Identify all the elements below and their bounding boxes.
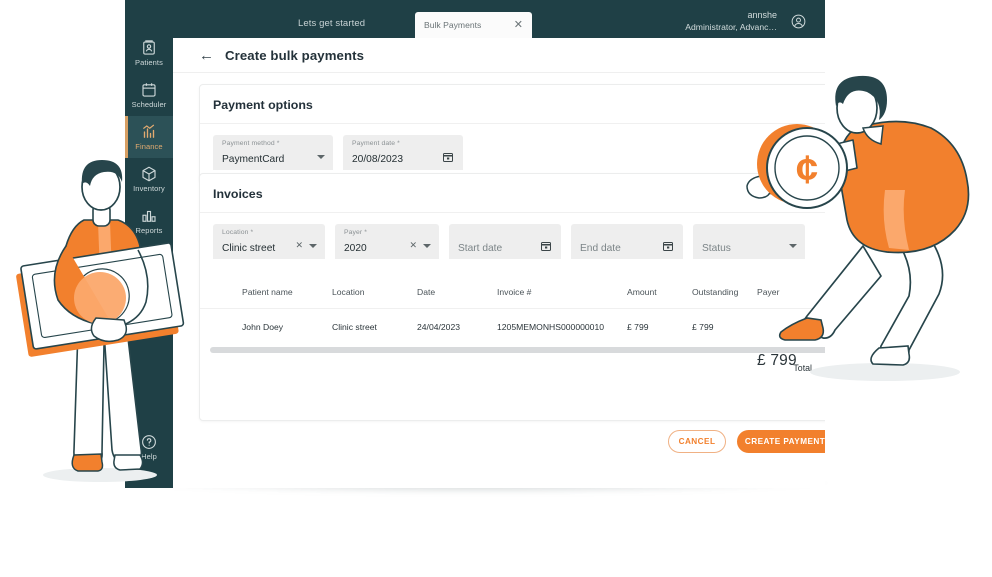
clear-icon[interactable]: ✕: [295, 241, 303, 250]
column-header-patient-name: Patient name: [242, 286, 293, 297]
cell-outstanding: £ 799: [692, 322, 714, 332]
payer-select[interactable]: Payer * 2020 ✕: [335, 224, 439, 259]
sidebar-item-label: Patients: [135, 58, 163, 68]
page-title: Create bulk payments: [225, 47, 365, 63]
clipboard-icon: [140, 249, 158, 267]
column-header-location: Location: [332, 286, 365, 297]
create-payments-button[interactable]: CREATE PAYMENTS: [737, 430, 825, 453]
cell-invoice-no: 1205MEMONHS000000010: [497, 322, 605, 332]
total-value: £ 799: [757, 352, 797, 369]
invoices-card: Invoices Location * Clinic street ✕ Paye…: [199, 173, 825, 421]
table-row[interactable]: John Doey Clinic street 24/04/2023 1205M…: [200, 309, 825, 345]
column-header-amount: Amount: [627, 286, 657, 297]
tab-label: Bulk Payments: [424, 20, 482, 30]
end-date-field[interactable]: End date: [571, 224, 683, 259]
start-date-field[interactable]: Start date: [449, 224, 561, 259]
app-window: Patients Scheduler Finance Inventory Rep…: [125, 0, 825, 488]
invoice-filters: Location * Clinic street ✕ Payer * 2020 …: [200, 213, 825, 271]
location-select[interactable]: Location * Clinic street ✕: [213, 224, 325, 259]
sidebar-item-inventory[interactable]: Inventory: [125, 158, 173, 200]
user-role: Administrator, Advanc…: [685, 21, 777, 32]
sidebar-item-label: Scheduler: [131, 100, 167, 110]
sidebar-item-patients[interactable]: Patients: [125, 32, 173, 74]
tab-lets-get-started[interactable]: Lets get started: [298, 18, 365, 29]
payment-date-field[interactable]: Payment date * 20/08/2023: [343, 135, 463, 170]
column-header-invoice-no: Invoice #: [497, 286, 532, 297]
close-icon[interactable]: ✕: [514, 19, 523, 31]
invoices-title: Invoices: [200, 174, 825, 213]
arrow-left-icon[interactable]: ←: [199, 48, 214, 63]
chevron-down-icon[interactable]: [423, 244, 431, 248]
cell-amount: £ 799: [627, 322, 649, 332]
chevron-down-icon[interactable]: [317, 155, 325, 159]
cancel-button[interactable]: CANCEL: [668, 430, 726, 453]
payment-options-card: Payment options Payment method * Payment…: [199, 84, 825, 183]
tab-bulk-payments[interactable]: Bulk Payments ✕: [415, 12, 532, 38]
patients-icon: [140, 39, 158, 57]
sidebar-item-scheduler[interactable]: Scheduler: [125, 74, 173, 116]
sidebar-item-label: Inventory: [133, 184, 165, 194]
sidebar-item-label: Finance: [135, 142, 163, 152]
column-header-outstanding: Outstanding: [692, 286, 739, 297]
tab-bar: Lets get started Bulk Payments ✕ annshe …: [173, 0, 825, 38]
user-info[interactable]: annshe Administrator, Advanc…: [685, 10, 777, 33]
sidebar-item-label: Help: [141, 452, 157, 462]
chevron-down-icon[interactable]: [309, 244, 317, 248]
start-date-placeholder: Start date: [458, 242, 503, 254]
cell-date: 24/04/2023: [417, 322, 461, 332]
payment-method-value: PaymentCard: [222, 153, 285, 165]
sidebar: Patients Scheduler Finance Inventory Rep…: [125, 0, 173, 488]
content-panel: ← Create bulk payments Payment options P…: [173, 38, 825, 488]
payment-date-label: Payment date *: [352, 140, 400, 147]
table-header-row: Patient name Location Date Invoice # Amo…: [200, 275, 825, 309]
payment-method-select[interactable]: Payment method * PaymentCard: [213, 135, 333, 170]
action-buttons: CANCEL CREATE PAYMENTS: [173, 430, 825, 453]
total-row: Total: [200, 353, 825, 383]
screenshot-root: Patients Scheduler Finance Inventory Rep…: [0, 0, 992, 577]
user-name: annshe: [747, 10, 777, 20]
sidebar-main-items: Patients Scheduler Finance Inventory Rep…: [125, 32, 173, 284]
sidebar-item-help[interactable]: Help: [125, 426, 173, 468]
column-header-payer: Payer: [757, 286, 780, 297]
clear-icon[interactable]: ✕: [409, 241, 417, 250]
cell-patient-name: John Doey: [242, 322, 284, 332]
location-value: Clinic street: [222, 242, 276, 254]
invoices-table: Patient name Location Date Invoice # Amo…: [200, 271, 825, 383]
finance-chart-icon: [140, 123, 158, 141]
status-select[interactable]: Status: [693, 224, 805, 259]
payer-label: Payer *: [344, 229, 367, 236]
calendar-icon[interactable]: [442, 150, 454, 162]
end-date-placeholder: End date: [580, 242, 621, 254]
sidebar-item-tasks[interactable]: Tasks: [125, 242, 173, 284]
cell-location: Clinic street: [332, 322, 377, 332]
payment-method-label: Payment method *: [222, 140, 280, 147]
bar-chart-icon: [140, 207, 158, 225]
user-circle-icon[interactable]: [790, 13, 807, 30]
column-header-date: Date: [417, 286, 436, 297]
status-placeholder: Status: [702, 242, 731, 254]
calendar-icon[interactable]: [662, 239, 674, 251]
payment-options-title: Payment options: [200, 85, 825, 124]
sidebar-item-label: Tasks: [139, 268, 159, 278]
page-header: ← Create bulk payments: [173, 38, 825, 73]
calendar-icon[interactable]: [540, 239, 552, 251]
chevron-down-icon[interactable]: [789, 244, 797, 248]
location-label: Location *: [222, 229, 254, 236]
sidebar-item-reports[interactable]: Reports: [125, 200, 173, 242]
payment-date-value: 20/08/2023: [352, 153, 403, 165]
sidebar-item-label: Reports: [135, 226, 163, 236]
question-circle-icon: [140, 433, 158, 451]
sidebar-item-finance[interactable]: Finance: [125, 116, 173, 158]
box-icon: [140, 165, 158, 183]
calendar-icon: [140, 81, 158, 99]
payer-value: 2020: [344, 242, 367, 254]
